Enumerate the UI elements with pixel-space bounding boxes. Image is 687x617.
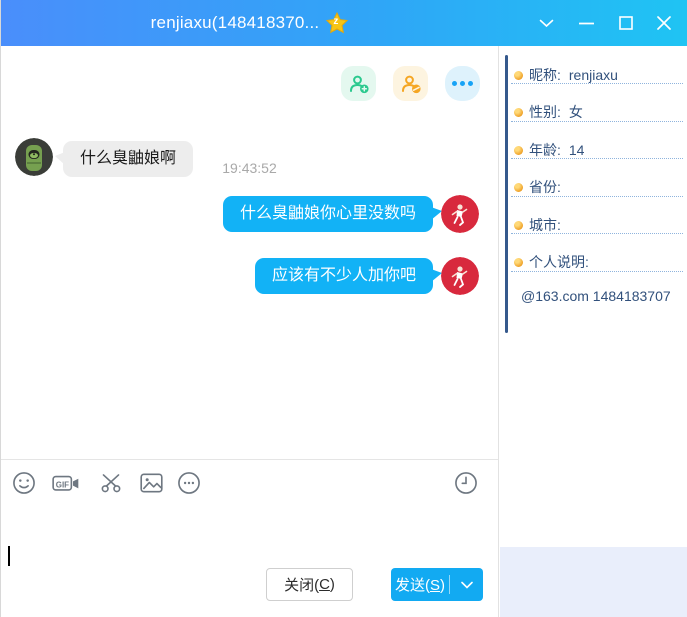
window-title: renjiaxu(148418370... z <box>1 0 498 46</box>
personal-description-text: @163.com 1484183707 <box>521 284 681 309</box>
send-button[interactable]: 发送(S) <box>391 568 483 601</box>
gem-bullet-icon <box>514 71 523 80</box>
send-options-chevron-icon[interactable] <box>450 581 483 589</box>
profile-field-province: 省份: <box>514 177 682 197</box>
window-title-text: renjiaxu(148418370... <box>151 13 320 33</box>
title-bar: renjiaxu(148418370... z <box>1 0 687 46</box>
gif-video-icon[interactable]: GIF <box>51 468 81 498</box>
qq-vip-star-icon: z <box>326 12 348 34</box>
gem-bullet-icon <box>514 183 523 192</box>
panel-scrollbar[interactable] <box>505 55 508 333</box>
input-toolbar: GIF <box>1 460 498 506</box>
gem-bullet-icon <box>514 221 523 230</box>
chat-action-bar <box>1 66 498 102</box>
chat-area: 19:43:52 什么臭鼬娘啊 什么臭鼬娘你心里没数吗 <box>1 46 498 617</box>
gem-bullet-icon <box>514 146 523 155</box>
close-chat-button[interactable]: 关闭(C) <box>266 568 353 601</box>
text-caret <box>8 546 10 566</box>
field-divider <box>511 233 683 234</box>
profile-panel: 昵称: renjiaxu 性别: 女 年龄: 14 省份: 城市: <box>498 46 687 617</box>
gem-bullet-icon <box>514 108 523 117</box>
profile-field-description: 个人说明: <box>514 252 682 272</box>
message-history-clock-icon[interactable] <box>451 468 481 498</box>
add-friend-icon[interactable] <box>341 66 376 101</box>
panel-footer <box>500 547 687 617</box>
avatar[interactable] <box>15 138 53 176</box>
profile-field-gender: 性别: 女 <box>514 102 682 122</box>
profile-field-nickname: 昵称: renjiaxu <box>514 65 682 85</box>
profile-field-age: 年龄: 14 <box>514 140 682 160</box>
gem-bullet-icon <box>514 258 523 267</box>
sent-message-bubble: 应该有不少人加你吧 <box>255 258 433 294</box>
more-options-icon[interactable] <box>445 66 480 101</box>
screenshot-scissors-icon[interactable] <box>96 468 126 498</box>
maximize-button[interactable] <box>609 0 643 46</box>
avatar[interactable] <box>441 257 479 295</box>
close-icon[interactable] <box>647 0 681 46</box>
send-button-label: 发送(S) <box>391 574 449 595</box>
field-divider <box>511 271 683 272</box>
minimize-button[interactable] <box>569 0 603 46</box>
qq-chat-window: renjiaxu(148418370... z <box>0 0 687 617</box>
field-divider <box>511 196 683 197</box>
svg-text:GIF: GIF <box>56 480 69 489</box>
field-divider <box>511 83 683 84</box>
chevron-down-icon[interactable] <box>529 0 563 46</box>
message-text: 什么臭鼬娘你心里没数吗 <box>240 205 416 222</box>
block-user-icon[interactable] <box>393 66 428 101</box>
profile-field-city: 城市: <box>514 215 682 235</box>
field-divider <box>511 158 683 159</box>
emoji-icon[interactable] <box>9 468 39 498</box>
received-message-bubble: 什么臭鼬娘啊 <box>63 141 193 177</box>
message-text: 应该有不少人加你吧 <box>272 267 416 284</box>
more-tools-icon[interactable] <box>174 468 204 498</box>
sent-message-bubble: 什么臭鼬娘你心里没数吗 <box>223 196 433 232</box>
field-divider <box>511 121 683 122</box>
bubble-tail <box>55 152 65 165</box>
image-icon[interactable] <box>136 468 166 498</box>
message-text: 什么臭鼬娘啊 <box>80 150 176 167</box>
avatar[interactable] <box>441 195 479 233</box>
